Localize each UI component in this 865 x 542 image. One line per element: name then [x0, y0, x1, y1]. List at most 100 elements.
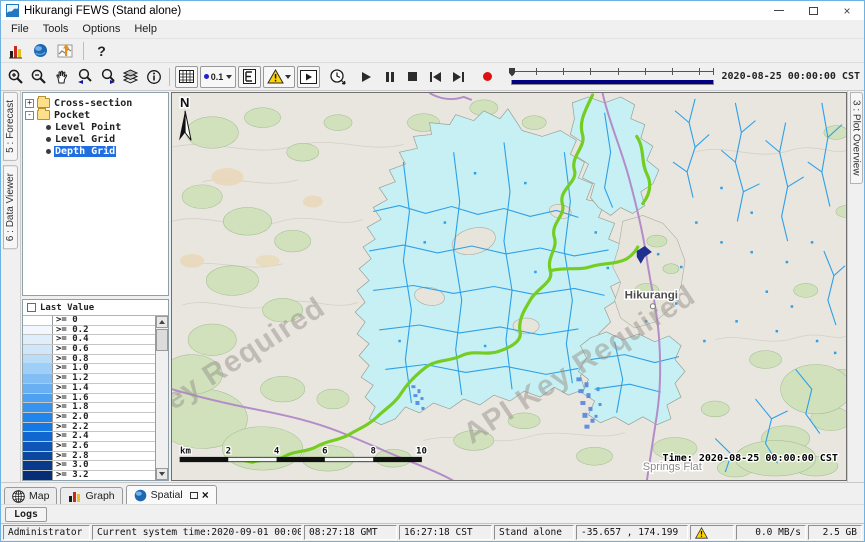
legend-row[interactable]: >= 0: [23, 316, 155, 326]
last-value-label: Last Value: [40, 303, 94, 313]
timeseries-button[interactable]: [54, 40, 77, 62]
legend-row[interactable]: >= 0.4: [23, 335, 155, 345]
menu-file[interactable]: File: [4, 22, 36, 36]
menu-tools[interactable]: Tools: [36, 22, 76, 36]
skip-end-icon: [453, 72, 464, 82]
scroll-thumb[interactable]: [156, 329, 168, 351]
legend-row[interactable]: >= 0.6: [23, 345, 155, 355]
collapse-icon[interactable]: -: [25, 111, 34, 120]
legend-row[interactable]: >= 3.0: [23, 461, 155, 471]
zoom-in-button[interactable]: [4, 66, 27, 88]
legend-panel: Last Value >= 0 >= 0.2 >= 0.4 >= 0.6 >= …: [22, 299, 169, 481]
close-button[interactable]: ×: [830, 1, 864, 20]
menu-options[interactable]: Options: [75, 22, 127, 36]
tab-spatial[interactable]: Spatial ×: [126, 485, 217, 504]
bottom-tabbar: Map Graph Spatial ×: [1, 482, 864, 504]
help-button[interactable]: ?: [90, 40, 113, 62]
minimize-button[interactable]: [762, 1, 796, 20]
stop-button[interactable]: [401, 66, 424, 88]
record-button[interactable]: [476, 66, 499, 88]
folder-icon: [37, 98, 50, 108]
legend-row[interactable]: >= 2.6: [23, 442, 155, 452]
layers-button[interactable]: [119, 66, 142, 88]
zoom-previous-button[interactable]: [73, 66, 96, 88]
legend-swatch: [23, 374, 53, 383]
tab-forecast[interactable]: 5 : Forecast: [3, 92, 18, 161]
tree-item-depth-grid[interactable]: Depth Grid: [25, 145, 166, 157]
legend-row[interactable]: >= 1.0: [23, 364, 155, 374]
tab-map[interactable]: Map: [4, 487, 57, 504]
legend-row[interactable]: >= 1.6: [23, 394, 155, 404]
titlebar[interactable]: Hikurangi FEWS (Stand alone) ×: [1, 1, 864, 20]
thresholds-dropdown[interactable]: [263, 66, 295, 88]
map-display-button[interactable]: [29, 40, 52, 62]
maximize-button[interactable]: [796, 1, 830, 20]
legend-row[interactable]: >= 0.8: [23, 355, 155, 365]
svg-text:2: 2: [226, 446, 231, 456]
tree-item-level-point[interactable]: Level Point: [25, 121, 166, 133]
tree-item-pocket[interactable]: - Pocket: [25, 109, 166, 121]
last-value-toggle[interactable]: Last Value: [23, 300, 168, 316]
legend-row[interactable]: >= 1.2: [23, 374, 155, 384]
menu-help[interactable]: Help: [127, 22, 164, 36]
legend-row[interactable]: >= 1.8: [23, 403, 155, 413]
legend-row[interactable]: >= 1.4: [23, 384, 155, 394]
legend-scrollbar[interactable]: [155, 316, 168, 480]
set-time-button[interactable]: [326, 66, 349, 88]
legend-row[interactable]: >= 2.0: [23, 413, 155, 423]
grid-toggle-button[interactable]: [175, 66, 198, 88]
tab-plot-overview[interactable]: 3 : Plot Overview: [850, 92, 863, 184]
statistics-button[interactable]: [4, 40, 27, 62]
checkbox-icon[interactable]: [27, 303, 36, 312]
arrow-up-icon: [159, 320, 165, 324]
logs-button[interactable]: Logs: [5, 507, 47, 522]
legend-swatch: [23, 432, 53, 441]
timeseries-icon: [57, 43, 74, 59]
pan-button[interactable]: [50, 66, 73, 88]
legend-list: >= 0 >= 0.2 >= 0.4 >= 0.6 >= 0.8 >= 1.0 …: [23, 316, 155, 480]
logs-row: Logs: [1, 504, 864, 523]
tree-item-cross-section[interactable]: + Cross-section: [25, 97, 166, 109]
status-local-time: 16:27:18 CST: [399, 525, 492, 540]
tree-item-level-grid[interactable]: Level Grid: [25, 133, 166, 145]
play-panel-icon: [300, 70, 317, 84]
legend-swatch: [23, 452, 53, 461]
skip-end-button[interactable]: [447, 66, 470, 88]
zoom-in-icon: [7, 68, 24, 85]
longitudinal-profile-button[interactable]: [238, 66, 261, 88]
info-button[interactable]: [142, 66, 165, 88]
contour-threshold-value: 0.1: [211, 72, 224, 82]
legend-row[interactable]: >= 2.4: [23, 432, 155, 442]
tab-map-label: Map: [29, 490, 49, 502]
tab-graph-label: Graph: [85, 490, 114, 502]
status-warning[interactable]: [690, 525, 734, 540]
map-time-label: Time: 2020-08-25 00:00:00 CST: [663, 452, 838, 464]
legend-row[interactable]: >= 2.8: [23, 452, 155, 462]
contour-threshold-dropdown[interactable]: 0.1: [200, 66, 236, 88]
scroll-down-button[interactable]: [156, 468, 168, 480]
expand-icon[interactable]: +: [25, 99, 34, 108]
zoom-next-button[interactable]: [96, 66, 119, 88]
legend-row[interactable]: >= 2.2: [23, 423, 155, 433]
animation-panel-button[interactable]: [297, 66, 320, 88]
right-tabstrip: 3 : Plot Overview: [847, 91, 864, 482]
tab-data-viewer[interactable]: 6 : Data Viewer: [3, 165, 18, 249]
timeline-slider[interactable]: [507, 66, 716, 88]
legend-row[interactable]: >= 0.2: [23, 326, 155, 336]
skip-start-button[interactable]: [424, 66, 447, 88]
legend-swatch: [23, 394, 53, 403]
timeline-span-bar: [512, 80, 713, 84]
tree-item-label-selected: Depth Grid: [54, 146, 116, 157]
play-button[interactable]: [355, 66, 378, 88]
play-icon: [362, 72, 371, 82]
legend-swatch: [23, 471, 53, 480]
map-canvas[interactable]: API Key Required API Key Required Hikura…: [172, 93, 846, 480]
scroll-up-button[interactable]: [156, 316, 168, 328]
pause-button[interactable]: [378, 66, 401, 88]
tab-graph[interactable]: Graph: [60, 487, 122, 504]
timeline-handle[interactable]: [509, 68, 515, 77]
legend-row[interactable]: >= 3.2: [23, 471, 155, 480]
tab-maximize-icon[interactable]: [190, 492, 198, 499]
tab-close-icon[interactable]: ×: [202, 489, 209, 501]
zoom-out-button[interactable]: [27, 66, 50, 88]
